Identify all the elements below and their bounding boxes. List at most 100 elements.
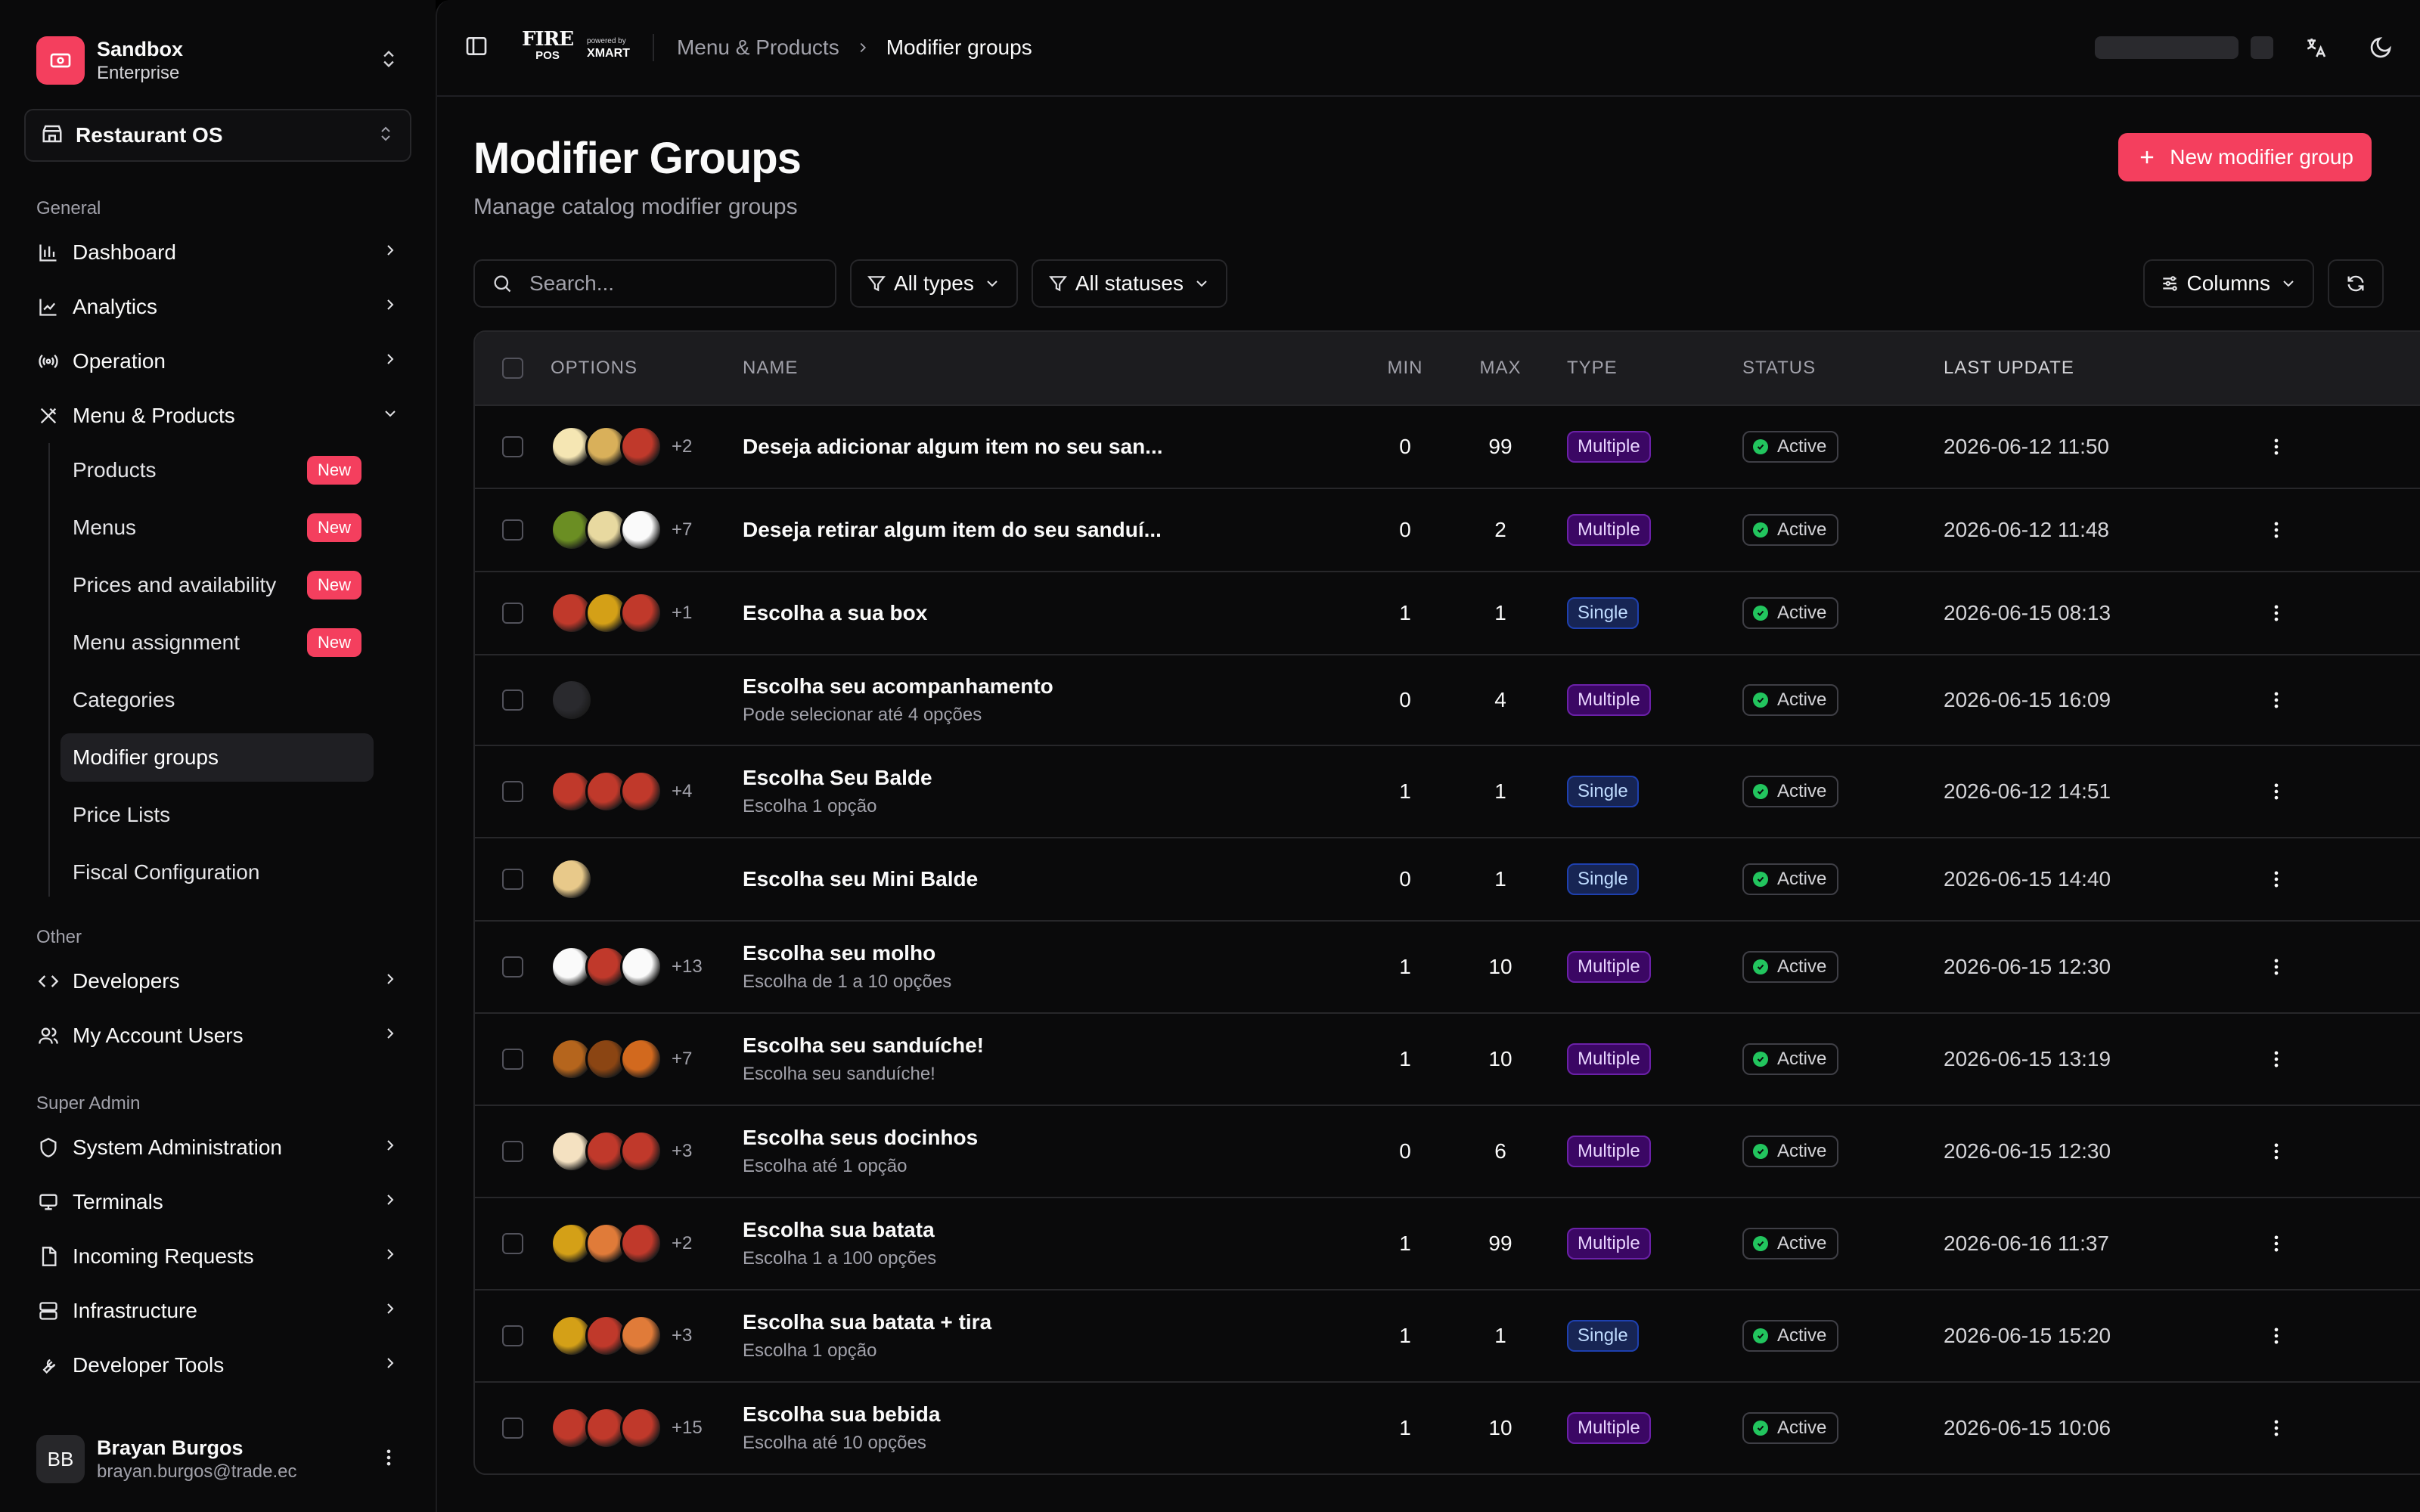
row-checkbox[interactable] xyxy=(502,603,523,624)
subnav-item-menus[interactable]: Menus New xyxy=(60,503,374,552)
table-row[interactable]: Escolha seu Mini Balde 0 1 Single Active… xyxy=(475,837,2420,920)
group-name[interactable]: Escolha Seu Balde xyxy=(743,766,1370,790)
row-actions-button[interactable] xyxy=(2254,436,2299,457)
nav-item-my-account-users[interactable]: My Account Users xyxy=(24,1009,411,1063)
nav-item-system-administration[interactable]: System Administration xyxy=(24,1120,411,1175)
table-row[interactable]: +2 Escolha sua batata Escolha 1 a 100 op… xyxy=(475,1197,2420,1289)
group-name[interactable]: Escolha sua bebida xyxy=(743,1402,1370,1427)
row-actions-button[interactable] xyxy=(2254,1141,2299,1162)
row-checkbox[interactable] xyxy=(502,436,523,457)
row-checkbox[interactable] xyxy=(502,1233,523,1254)
group-name[interactable]: Escolha seu molho xyxy=(743,941,1370,965)
nav-item-operation[interactable]: Operation xyxy=(24,334,411,389)
nav-item-developers[interactable]: Developers xyxy=(24,954,411,1009)
type-filter-button[interactable]: All types xyxy=(850,259,1018,308)
subnav-item-categories[interactable]: Categories xyxy=(60,676,374,724)
store-icon xyxy=(41,122,64,149)
nav-item-analytics[interactable]: Analytics xyxy=(24,280,411,334)
more-vertical-icon xyxy=(2274,1328,2279,1344)
org-switcher[interactable]: Sandbox Enterprise xyxy=(24,0,411,121)
group-name[interactable]: Escolha seus docinhos xyxy=(743,1126,1370,1150)
new-modifier-group-button[interactable]: New modifier group xyxy=(2118,133,2372,181)
columns-button[interactable]: Columns xyxy=(2142,259,2314,308)
store-selector[interactable]: Restaurant OS xyxy=(24,109,411,162)
nav-item-dashboard[interactable]: Dashboard xyxy=(24,225,411,280)
table-row[interactable]: +3 Escolha sua batata + tira Escolha 1 o… xyxy=(475,1289,2420,1381)
type-badge: Multiple xyxy=(1567,1412,1651,1444)
subnav-item-prices-availability[interactable]: Prices and availability New xyxy=(60,561,374,609)
row-actions-button[interactable] xyxy=(2254,603,2299,624)
column-header-min[interactable]: MIN xyxy=(1370,358,1440,379)
group-name[interactable]: Escolha a sua box xyxy=(743,601,1370,625)
column-header-status[interactable]: STATUS xyxy=(1742,358,1944,379)
nav-item-terminals[interactable]: Terminals xyxy=(24,1175,411,1229)
option-thumbnails xyxy=(551,592,662,634)
row-actions-button[interactable] xyxy=(2254,689,2299,711)
row-checkbox[interactable] xyxy=(502,869,523,890)
last-update: 2026-06-12 11:48 xyxy=(1944,518,2109,541)
nav-item-infrastructure[interactable]: Infrastructure xyxy=(24,1284,411,1338)
row-checkbox[interactable] xyxy=(502,1049,523,1070)
group-name[interactable]: Escolha seu sanduíche! xyxy=(743,1033,1370,1058)
last-update: 2026-06-15 12:30 xyxy=(1944,1139,2111,1163)
refresh-button[interactable] xyxy=(2328,259,2384,308)
row-checkbox[interactable] xyxy=(502,519,523,541)
group-name[interactable]: Escolha seu Mini Balde xyxy=(743,867,1370,891)
subnav-item-menu-assignment[interactable]: Menu assignment New xyxy=(60,618,374,667)
group-name[interactable]: Escolha sua batata + tira xyxy=(743,1310,1370,1334)
table-row[interactable]: +7 Escolha seu sanduíche! Escolha seu sa… xyxy=(475,1012,2420,1105)
table-row[interactable]: +2 Deseja adicionar algum item no seu sa… xyxy=(475,404,2420,488)
type-badge: Multiple xyxy=(1567,514,1651,546)
nav-item-incoming-requests[interactable]: Incoming Requests xyxy=(24,1229,411,1284)
status-filter-button[interactable]: All statuses xyxy=(1031,259,1227,308)
row-checkbox[interactable] xyxy=(502,1325,523,1346)
column-header-max[interactable]: MAX xyxy=(1440,358,1561,379)
subnav-item-modifier-groups[interactable]: Modifier groups xyxy=(60,733,374,782)
row-checkbox[interactable] xyxy=(502,781,523,802)
subnav-item-fiscal-configuration[interactable]: Fiscal Configuration xyxy=(60,848,374,897)
more-vertical-icon[interactable] xyxy=(378,1447,399,1472)
table-row[interactable]: +4 Escolha Seu Balde Escolha 1 opção 1 1… xyxy=(475,745,2420,837)
table-row[interactable]: +15 Escolha sua bebida Escolha até 10 op… xyxy=(475,1381,2420,1473)
row-actions-button[interactable] xyxy=(2254,869,2299,890)
row-actions-button[interactable] xyxy=(2254,1233,2299,1254)
group-name[interactable]: Deseja adicionar algum item no seu san..… xyxy=(743,435,1370,459)
table-row[interactable]: Escolha seu acompanhamento Pode selecion… xyxy=(475,654,2420,745)
sidebar-toggle-icon[interactable] xyxy=(464,34,489,62)
row-actions-button[interactable] xyxy=(2254,781,2299,802)
group-name[interactable]: Deseja retirar algum item do seu sanduí.… xyxy=(743,518,1370,542)
table-row[interactable]: +13 Escolha seu molho Escolha de 1 a 10 … xyxy=(475,920,2420,1012)
subnav-item-products[interactable]: Products New xyxy=(60,446,374,494)
more-vertical-icon xyxy=(2274,783,2279,800)
table-row[interactable]: +1 Escolha a sua box 1 1 Single Active 2… xyxy=(475,571,2420,654)
moon-icon[interactable] xyxy=(2369,36,2393,60)
row-checkbox[interactable] xyxy=(502,1141,523,1162)
column-header-name[interactable]: NAME xyxy=(743,358,1370,379)
row-checkbox[interactable] xyxy=(502,956,523,978)
user-menu[interactable]: BB Brayan Burgos brayan.burgos@trade.ec xyxy=(24,1418,411,1500)
row-checkbox[interactable] xyxy=(502,689,523,711)
nav-item-developer-tools[interactable]: Developer Tools xyxy=(24,1338,411,1393)
column-header-type[interactable]: TYPE xyxy=(1561,358,1742,379)
column-header-last-update[interactable]: LAST UPDATE xyxy=(1944,358,2254,379)
select-all-checkbox[interactable] xyxy=(502,358,523,379)
translate-icon[interactable] xyxy=(2304,36,2328,60)
nav-item-menu-products[interactable]: Menu & Products xyxy=(24,389,411,443)
row-actions-button[interactable] xyxy=(2254,1049,2299,1070)
table-toolbar: Search... All types All statuses Columns xyxy=(473,259,2384,308)
breadcrumb-parent[interactable]: Menu & Products xyxy=(677,36,839,60)
row-actions-button[interactable] xyxy=(2254,1418,2299,1439)
row-actions-button[interactable] xyxy=(2254,956,2299,978)
subnav-item-price-lists[interactable]: Price Lists xyxy=(60,791,374,839)
type-badge: Multiple xyxy=(1567,1228,1651,1259)
table-row[interactable]: +7 Deseja retirar algum item do seu sand… xyxy=(475,488,2420,571)
column-header-options[interactable]: OPTIONS xyxy=(551,358,743,379)
filter-icon xyxy=(1048,276,1067,292)
search-input[interactable]: Search... xyxy=(473,259,836,308)
row-actions-button[interactable] xyxy=(2254,519,2299,541)
row-actions-button[interactable] xyxy=(2254,1325,2299,1346)
group-name[interactable]: Escolha seu acompanhamento xyxy=(743,674,1370,699)
table-row[interactable]: +3 Escolha seus docinhos Escolha até 1 o… xyxy=(475,1105,2420,1197)
group-name[interactable]: Escolha sua batata xyxy=(743,1218,1370,1242)
row-checkbox[interactable] xyxy=(502,1418,523,1439)
